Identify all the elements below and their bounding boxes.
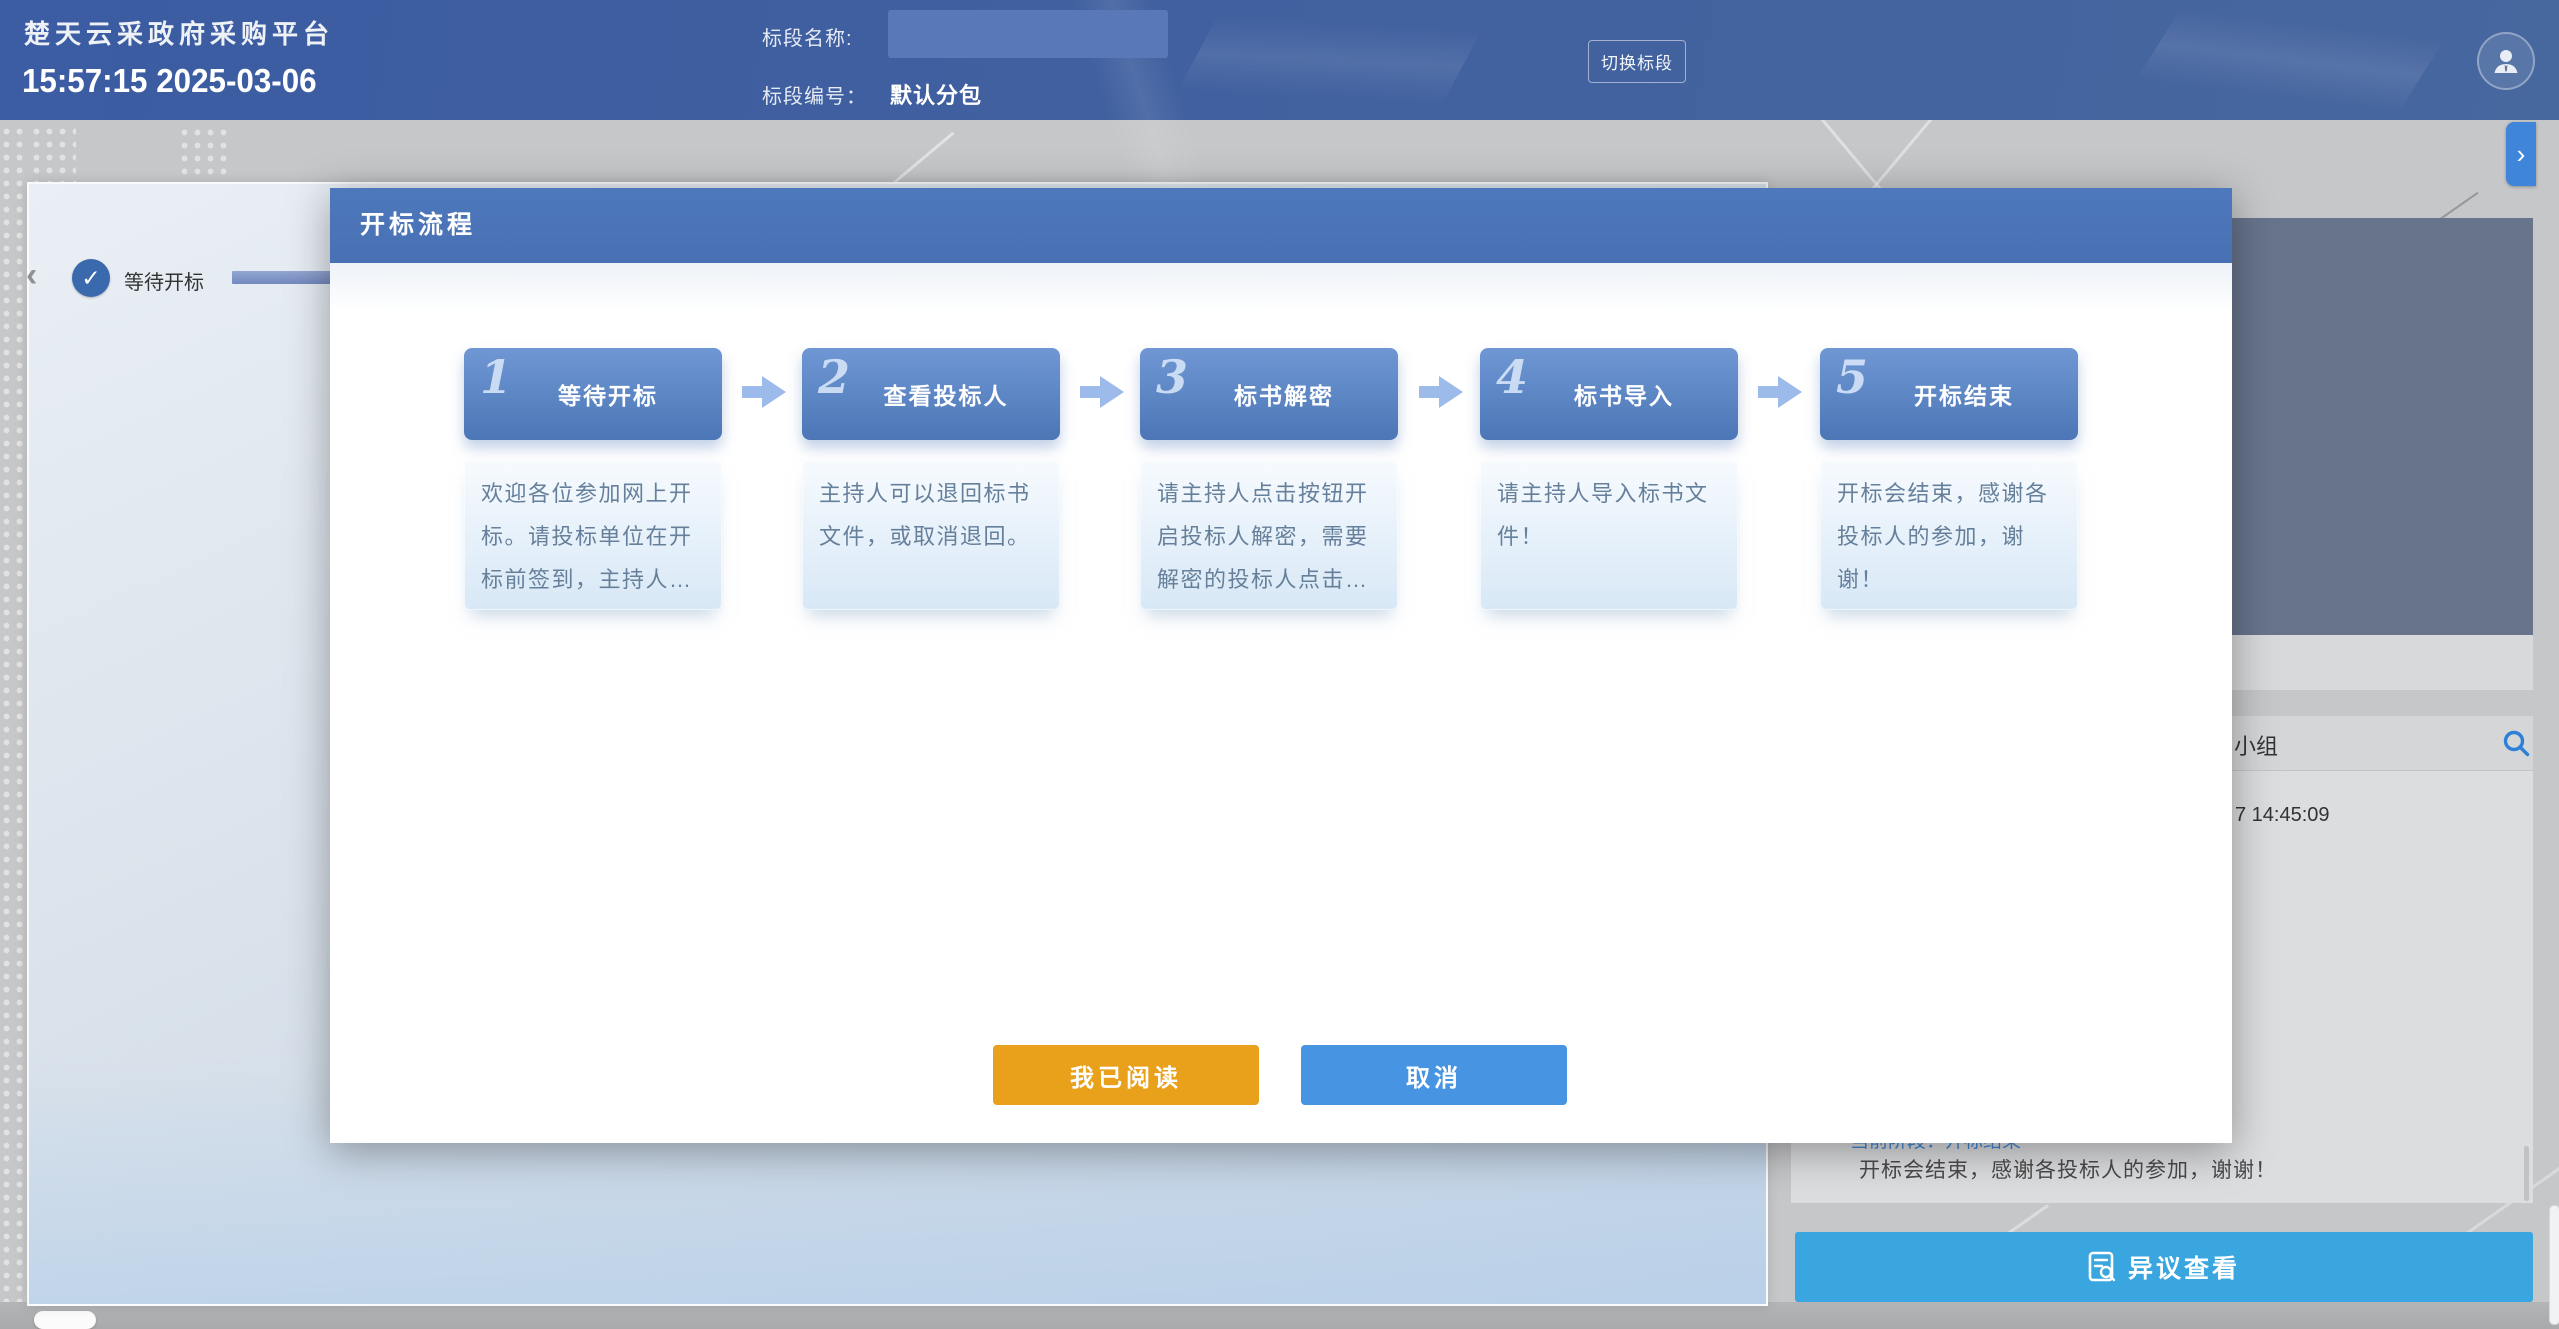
- step-desc-text: 主持人可以退回标书文件，或取消退回。: [819, 472, 1043, 558]
- step-title: 等待开标: [528, 377, 658, 411]
- platform-title: 楚天云采政府采购平台: [24, 14, 334, 51]
- header-clock: 15:57:15 2025-03-06: [22, 62, 317, 100]
- arrow-right-icon: [1417, 374, 1465, 415]
- step-desc-box-4: 请主持人导入标书文件！: [1480, 460, 1738, 610]
- flow-step-card-1: 1 等待开标: [464, 348, 722, 440]
- step-desc-box-3: 请主持人点击按钮开启投标人解密，需要解密的投标人点击…: [1140, 460, 1398, 610]
- objection-button-label: 异议查看: [2128, 1249, 2240, 1285]
- cancel-button[interactable]: 取消: [1301, 1045, 1567, 1105]
- section-name-label: 标段名称:: [762, 22, 853, 51]
- chat-timestamp: 7 14:45:09: [2235, 804, 2330, 827]
- step-desc-box-2: 主持人可以退回标书文件，或取消退回。: [802, 460, 1060, 610]
- chevron-right-icon: ›: [2517, 139, 2526, 170]
- chat-message: 开标会结束，感谢各投标人的参加，谢谢！: [1859, 1154, 2277, 1184]
- user-avatar[interactable]: [2477, 32, 2535, 90]
- bottom-left-pill: [34, 1311, 96, 1329]
- objection-view-button[interactable]: 异议查看: [1795, 1232, 2533, 1302]
- search-icon[interactable]: [2501, 728, 2531, 758]
- app-screen: 监控~ 小组 7 14:45:09 • 当前阶段：开标结束 开标会结束，感谢各投…: [0, 0, 2559, 1329]
- user-icon: [2491, 46, 2521, 76]
- group-title: 小组: [2234, 729, 2278, 761]
- flow-step-card-4: 4 标书导入: [1480, 348, 1738, 440]
- dialog-header-fade: [330, 263, 2232, 313]
- step-number: 1: [480, 350, 512, 404]
- step-desc-box-5: 开标会结束，感谢各投标人的参加，谢谢！: [1820, 460, 2078, 610]
- step-desc-text: 请主持人点击按钮开启投标人解密，需要解密的投标人点击…: [1157, 472, 1381, 601]
- flow-step-card-5: 5 开标结束: [1820, 348, 2078, 440]
- arrow-right-icon: [1756, 374, 1804, 415]
- flow-step-card-2: 2 查看投标人: [802, 348, 1060, 440]
- stepper-step-1-check-icon: ✓: [72, 259, 110, 297]
- confirm-read-button[interactable]: 我已阅读: [993, 1045, 1259, 1105]
- stepper-next-chevron[interactable]: ›: [2506, 122, 2536, 186]
- dialog-header: [330, 188, 2232, 263]
- step-number: 3: [1156, 350, 1188, 404]
- step-title: 标书导入: [1544, 377, 1674, 411]
- step-title: 开标结束: [1884, 377, 2014, 411]
- chat-scrollbar[interactable]: [2524, 1146, 2529, 1201]
- switch-section-button[interactable]: 切换标段: [1588, 40, 1686, 83]
- open-bid-flow-dialog: 开标流程 1 等待开标 2 查看投标人 3 标书解密 4 标书导入: [330, 188, 2232, 1143]
- step-number: 5: [1836, 350, 1868, 404]
- arrow-right-icon: [1078, 374, 1126, 415]
- step-desc-box-1: 欢迎各位参加网上开标。请投标单位在开标前签到，主持人…: [464, 460, 722, 610]
- section-code-label: 标段编号：: [762, 80, 867, 109]
- step-number: 4: [1496, 350, 1528, 404]
- section-name-mask: [888, 10, 1168, 58]
- step-title: 查看投标人: [854, 377, 1009, 411]
- arrow-right-icon: [740, 374, 788, 415]
- step-number: 2: [818, 350, 850, 404]
- step-desc-text: 欢迎各位参加网上开标。请投标单位在开标前签到，主持人…: [481, 472, 705, 601]
- top-header: 楚天云采政府采购平台 15:57:15 2025-03-06 标段名称: 标段编…: [0, 0, 2559, 120]
- step-desc-text: 开标会结束，感谢各投标人的参加，谢谢！: [1837, 472, 2061, 601]
- page-scrollbar-thumb[interactable]: [2549, 1205, 2559, 1325]
- objection-doc-icon: [2088, 1251, 2116, 1283]
- step-title: 标书解密: [1204, 377, 1334, 411]
- dialog-title: 开标流程: [360, 188, 476, 263]
- flow-step-card-3: 3 标书解密: [1140, 348, 1398, 440]
- section-code-value: 默认分包: [890, 78, 982, 110]
- step-desc-text: 请主持人导入标书文件！: [1497, 472, 1721, 558]
- stepper-step-1-label: 等待开标: [124, 266, 204, 295]
- stepper-prev-chevron-icon[interactable]: ‹: [26, 258, 37, 292]
